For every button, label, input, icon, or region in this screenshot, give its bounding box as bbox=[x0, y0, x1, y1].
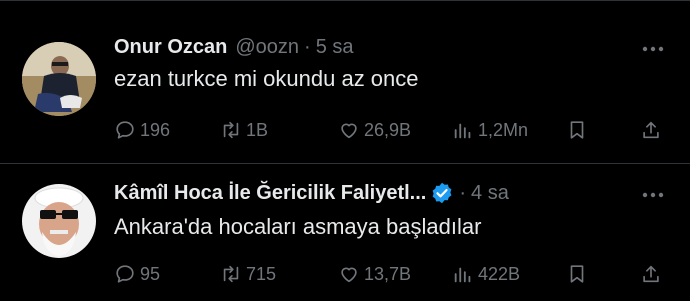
views-icon bbox=[454, 267, 471, 283]
avatar[interactable] bbox=[22, 184, 96, 258]
author-name[interactable]: Kâmîl Hoca İle Ğericilik Faliyetl... bbox=[114, 182, 426, 205]
view-count: 1,2Mn bbox=[478, 119, 529, 140]
views-button[interactable]: 1,2Mn bbox=[452, 117, 528, 143]
timestamp[interactable]: 5 sa bbox=[316, 36, 354, 59]
reply-button[interactable]: 196 bbox=[114, 117, 170, 143]
share-button[interactable] bbox=[640, 261, 666, 287]
like-icon bbox=[341, 267, 357, 283]
views-button[interactable]: 422B bbox=[452, 261, 520, 287]
tweet-header: Kâmîl Hoca İle Ğericilik Faliyetl... · 4… bbox=[114, 180, 509, 206]
tweet-header: Onur Ozcan @oozn · 5 sa bbox=[114, 34, 354, 60]
like-count: 26,9B bbox=[364, 119, 412, 140]
separator-dot: · bbox=[304, 35, 311, 58]
bookmark-button[interactable] bbox=[566, 261, 592, 287]
like-button[interactable]: 13,7B bbox=[338, 261, 411, 287]
like-count: 13,7B bbox=[364, 263, 412, 284]
bookmark-button[interactable] bbox=[566, 117, 592, 143]
bookmark-icon bbox=[570, 121, 584, 139]
reply-count: 95 bbox=[140, 263, 161, 284]
more-icon[interactable] bbox=[640, 182, 666, 208]
avatar[interactable] bbox=[22, 42, 96, 116]
retweet-button[interactable]: 715 bbox=[220, 261, 276, 287]
separator-dot: · bbox=[459, 181, 467, 204]
views-icon bbox=[454, 123, 471, 139]
tweet-2[interactable]: Kâmîl Hoca İle Ğericilik Faliyetl... · 4… bbox=[0, 164, 690, 301]
tweet-text: Ankara'da hocaları asmaya başladılar bbox=[114, 214, 482, 239]
author-name[interactable]: Onur Ozcan bbox=[114, 36, 227, 59]
tweet-actions: 196 1B 26,9B 1,2Mn bbox=[114, 117, 666, 143]
tweet-1[interactable]: Onur Ozcan @oozn · 5 sa ezan turkce mi o… bbox=[0, 0, 690, 164]
reply-icon bbox=[116, 265, 134, 283]
verified-badge-icon bbox=[430, 181, 454, 205]
author-handle[interactable]: @oozn bbox=[235, 36, 299, 59]
share-icon bbox=[643, 265, 659, 283]
tweet-actions: 95 715 13,7B 422B bbox=[114, 261, 666, 287]
tweet-text: ezan turkce mi okundu az once bbox=[114, 66, 419, 91]
view-count: 422B bbox=[478, 263, 521, 284]
retweet-count: 1B bbox=[246, 119, 269, 140]
retweet-icon bbox=[223, 121, 239, 139]
reply-icon bbox=[116, 121, 134, 139]
like-icon bbox=[341, 123, 357, 139]
retweet-button[interactable]: 1B bbox=[220, 117, 268, 143]
timestamp[interactable]: 4 sa bbox=[471, 182, 509, 205]
share-icon bbox=[643, 121, 659, 139]
bookmark-icon bbox=[570, 265, 584, 283]
like-button[interactable]: 26,9B bbox=[338, 117, 411, 143]
share-button[interactable] bbox=[640, 117, 666, 143]
more-icon[interactable] bbox=[640, 36, 666, 62]
retweet-icon bbox=[223, 265, 239, 283]
reply-count: 196 bbox=[140, 119, 171, 140]
retweet-count: 715 bbox=[246, 263, 277, 284]
reply-button[interactable]: 95 bbox=[114, 261, 160, 287]
